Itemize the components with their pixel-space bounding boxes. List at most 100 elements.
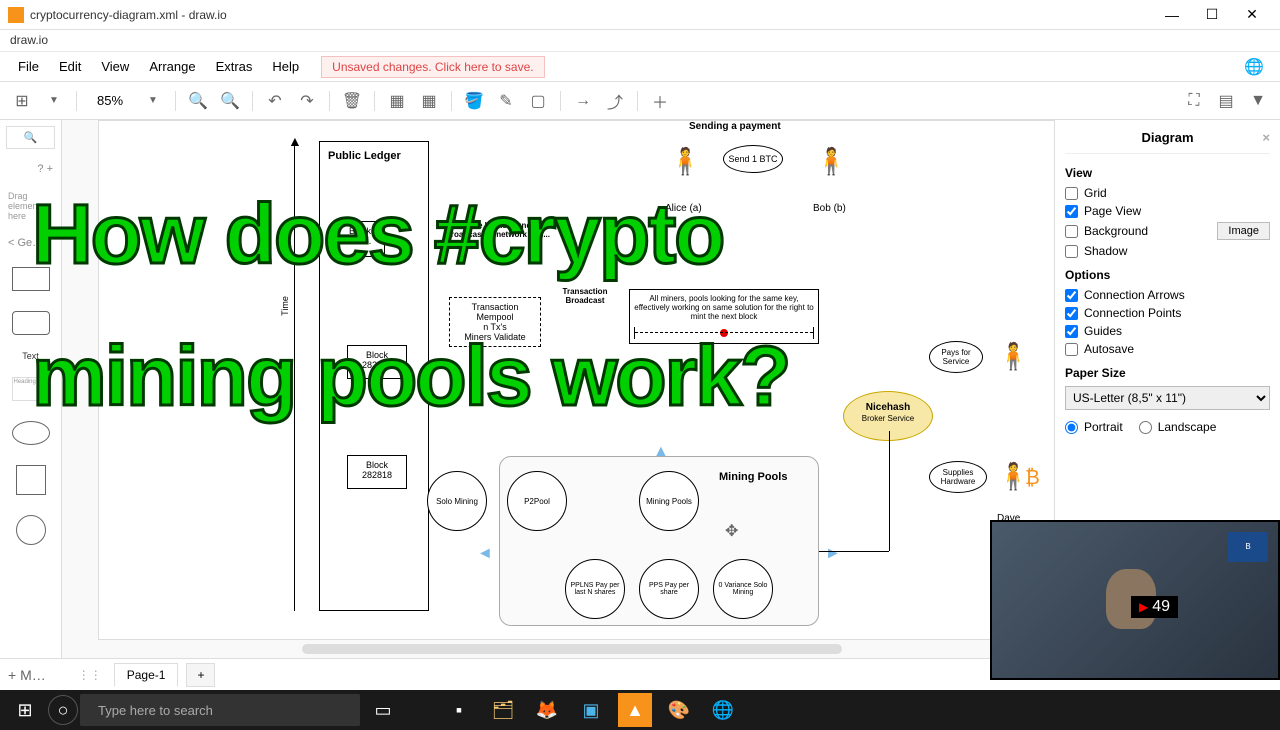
node-send-btc[interactable]: Send 1 BTC (723, 145, 783, 173)
nicehash-sub: Broker Service (862, 414, 914, 423)
close-button[interactable]: ✕ (1232, 1, 1272, 29)
landscape-radio[interactable] (1139, 421, 1152, 434)
mining-pools-label: Mining Pools (719, 471, 787, 483)
count-value: 49 (1152, 598, 1170, 616)
background-checkbox[interactable] (1065, 225, 1078, 238)
menu-help[interactable]: Help (262, 55, 309, 78)
resize-up-icon[interactable]: ▲ (653, 443, 669, 461)
explorer-icon[interactable]: 🗂 (482, 692, 524, 728)
sidebar-dropdown-icon[interactable]: ▼ (40, 87, 68, 115)
outline-icon[interactable]: ▼ (1244, 87, 1272, 115)
background-label: Background (1084, 224, 1148, 238)
landscape-label: Landscape (1158, 420, 1217, 434)
shape-help[interactable]: ? + (6, 161, 55, 177)
zoom-in-icon[interactable]: 🔍 (184, 87, 212, 115)
connection-icon[interactable]: → (569, 87, 597, 115)
node-block2[interactable]: Block 282818 (347, 455, 407, 489)
chrome-icon[interactable]: 🌐 (702, 692, 744, 728)
fullscreen-icon[interactable]: ⛶ (1180, 87, 1208, 115)
menu-file[interactable]: File (8, 55, 49, 78)
menubar: File Edit View Arrange Extras Help Unsav… (0, 52, 1280, 82)
guides-checkbox[interactable] (1065, 325, 1078, 338)
arrow-up-icon: ▲ (288, 133, 302, 149)
paper-size-select[interactable]: US-Letter (8,5" x 11") (1065, 386, 1270, 410)
bitcoin-icon: ₿ (1025, 467, 1040, 490)
sidebar-toggle-icon[interactable]: ⊞ (8, 87, 36, 115)
menu-extras[interactable]: Extras (206, 55, 263, 78)
grid-checkbox[interactable] (1065, 187, 1078, 200)
add-page-button[interactable]: + (186, 663, 215, 687)
zoom-dropdown-icon[interactable]: ▼ (139, 87, 167, 115)
to-back-icon[interactable]: ▦ (415, 87, 443, 115)
firefox-icon[interactable]: 🦊 (526, 692, 568, 728)
terminal-icon[interactable]: ▪ (438, 692, 480, 728)
drawio-icon[interactable]: ▲ (618, 693, 652, 727)
portrait-radio[interactable] (1065, 421, 1078, 434)
node-pays-for[interactable]: Pays for Service (929, 341, 983, 373)
portrait-label: Portrait (1084, 420, 1123, 434)
shape-search-icon[interactable]: 🔍 (6, 126, 55, 149)
unsaved-changes-button[interactable]: Unsaved changes. Click here to save. (321, 56, 544, 78)
menu-arrange[interactable]: Arrange (139, 55, 205, 78)
start-icon[interactable]: ⊞ (4, 692, 46, 728)
move-cursor-icon: ✥ (725, 521, 738, 541)
alice-figure-icon[interactable]: 🧍 (669, 146, 701, 177)
line-color-icon[interactable]: ✎ (492, 87, 520, 115)
bob-figure-icon[interactable]: 🧍 (815, 146, 847, 177)
node-pplns[interactable]: PPLNS Pay per last N shares (565, 559, 625, 619)
grid-label: Grid (1084, 186, 1107, 200)
task-view-icon[interactable]: ▭ (362, 692, 404, 728)
node-solo-mining[interactable]: Solo Mining (427, 471, 487, 531)
resize-right-icon[interactable]: ► (825, 545, 841, 563)
to-front-icon[interactable]: ▦ (383, 87, 411, 115)
node-mining-pools-circle[interactable]: Mining Pools (639, 471, 699, 531)
undo-icon[interactable]: ↶ (261, 87, 289, 115)
menu-edit[interactable]: Edit (49, 55, 91, 78)
panel-close-icon[interactable]: × (1262, 130, 1270, 145)
node-supplies-hw[interactable]: Supplies Hardware (929, 461, 987, 493)
zoom-input[interactable] (85, 91, 135, 110)
minimize-button[interactable]: — (1152, 1, 1192, 29)
taskbar-search[interactable]: Type here to search (80, 694, 360, 726)
guides-label: Guides (1084, 324, 1122, 338)
app-icon (8, 7, 24, 23)
node-pps[interactable]: PPS Pay per share (639, 559, 699, 619)
fill-color-icon[interactable]: 🪣 (460, 87, 488, 115)
shape-square[interactable] (16, 465, 46, 495)
node-zerovar[interactable]: 0 Variance Solo Mining (713, 559, 773, 619)
maximize-button[interactable]: ☐ (1192, 1, 1232, 29)
shape-ellipse[interactable] (12, 421, 50, 445)
shadow-icon[interactable]: ▢ (524, 87, 552, 115)
add-icon[interactable]: ＋ (646, 87, 674, 115)
horizontal-scrollbar[interactable] (302, 644, 842, 654)
image-button[interactable]: Image (1217, 222, 1270, 240)
waypoint-icon[interactable]: ⤴ (601, 87, 629, 115)
zoom-out-icon[interactable]: 🔍 (216, 87, 244, 115)
node-sending-payment[interactable]: Sending a payment (689, 121, 781, 132)
dave-figure-top-icon[interactable]: 🧍 (997, 341, 1029, 372)
resize-left-icon[interactable]: ◄ (477, 545, 493, 563)
app1-icon[interactable]: ▣ (570, 692, 612, 728)
page-tab-1[interactable]: Page-1 (114, 663, 179, 687)
window-titlebar: cryptocurrency-diagram.xml - draw.io — ☐… (0, 0, 1280, 30)
autosave-checkbox[interactable] (1065, 343, 1078, 356)
delete-icon[interactable]: 🗑 (338, 87, 366, 115)
language-icon[interactable]: 🌐 (1236, 53, 1272, 81)
redo-icon[interactable]: ↷ (293, 87, 321, 115)
conn-arrows-label: Connection Arrows (1084, 288, 1185, 302)
node-nicehash[interactable]: Nicehash Broker Service (843, 391, 933, 441)
shadow-checkbox[interactable] (1065, 245, 1078, 258)
shape-circle[interactable] (16, 515, 46, 545)
format-panel-icon[interactable]: ▤ (1212, 87, 1240, 115)
conn-points-checkbox[interactable] (1065, 307, 1078, 320)
conn-arrows-checkbox[interactable] (1065, 289, 1078, 302)
node-p2pool[interactable]: P2Pool (507, 471, 567, 531)
app2-icon[interactable]: 🎨 (658, 692, 700, 728)
webcam-overlay: B ▶ 49 (990, 520, 1280, 680)
page-handle-icon[interactable]: ⋮⋮ (74, 668, 106, 682)
cortana-icon[interactable]: ○ (48, 695, 78, 725)
node-tx-broadcast[interactable]: Transaction Broadcast (555, 287, 615, 305)
pageview-checkbox[interactable] (1065, 205, 1078, 218)
menu-view[interactable]: View (91, 55, 139, 78)
shapes-more-button[interactable]: + M… (8, 667, 46, 683)
